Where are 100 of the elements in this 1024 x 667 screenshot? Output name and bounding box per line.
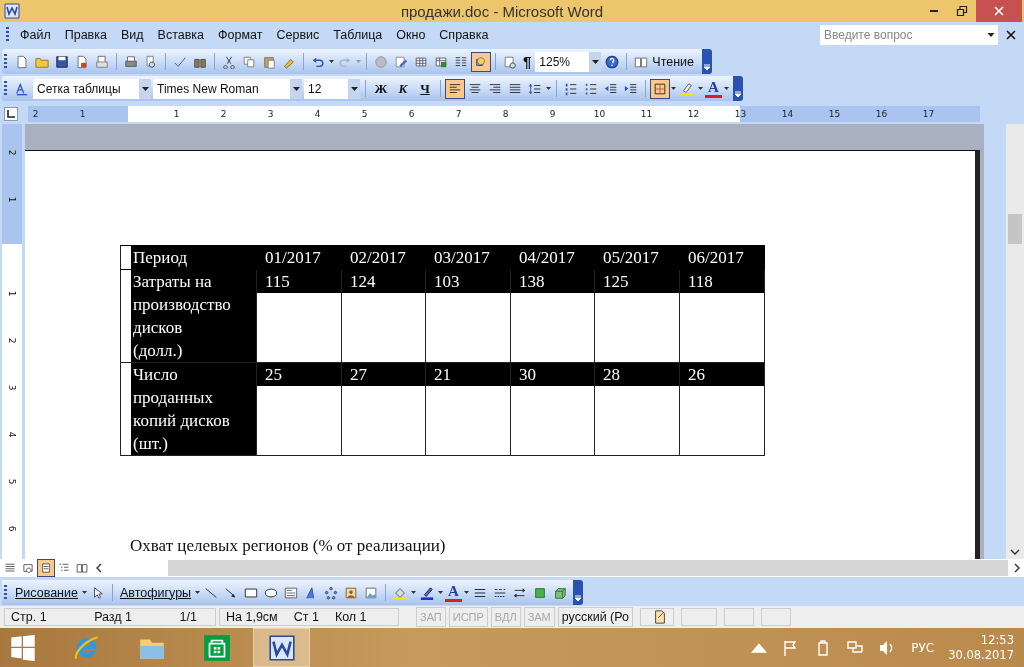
format-button[interactable]: Ж [371,78,391,99]
table-cell: Затраты на производство дисков (долл.) [131,270,256,362]
ruler-number: 5 [360,108,369,121]
network-icon[interactable] [847,639,864,656]
autoshapes-menu-button[interactable]: Автофигуры [117,582,194,603]
ruler-number: 14 [780,108,795,121]
caret-icon[interactable] [698,87,703,90]
pilcrow-button[interactable]: ¶ [521,51,534,72]
table-cell: 21 [426,363,510,386]
close-icon [993,5,1005,17]
font-combo[interactable]: Times New Roman [153,78,302,99]
horizontal-ruler[interactable]: 2 1 1 2 3 4 5 6 7 8 9 10 11 12 13 14 15 16 17 [28,106,980,122]
window-title: продажи.doc - Microsoft Word [399,2,605,20]
table-cell: 118 [680,270,764,293]
caret-icon[interactable] [141,86,149,91]
table-cell: 30 [511,363,594,386]
caret-icon[interactable] [411,591,417,594]
drawing-menu-button[interactable]: Рисование [13,582,80,603]
format-button[interactable]: К [393,78,413,99]
menu-item[interactable]: Файл [13,28,58,42]
table-cell: 125 [595,270,679,293]
ruler-number: 16 [874,108,889,121]
minimize-icon [930,10,938,12]
ruler-number: 17 [921,108,936,121]
language-indicator[interactable]: русский (Ро [557,607,633,627]
table-cell: 115 [257,270,341,293]
ruler-number: 2 [219,108,228,121]
caret-icon[interactable] [546,87,551,90]
toolbar-options-button[interactable] [572,580,583,605]
font-size-combo[interactable]: 12 [304,78,360,99]
caret-icon [734,91,741,97]
caret-icon[interactable] [591,59,599,64]
layout-view-icon[interactable] [38,560,54,576]
menu-item[interactable]: Сервис [269,28,327,42]
menu-item[interactable]: Окно [389,28,433,42]
restore-icon [956,5,968,17]
menu-item[interactable]: Таблица [326,28,390,42]
caret-icon[interactable] [195,591,201,594]
ruler-number: 11 [639,108,654,121]
horizontal-scrollbar[interactable] [168,560,1008,576]
scrollbar-thumb[interactable] [1008,214,1022,244]
ruler-number: 2 [6,149,19,156]
borders-icon[interactable] [651,79,669,98]
caret-icon[interactable] [438,591,444,594]
caret-icon [574,595,581,601]
toolbar-options-button[interactable] [732,76,743,101]
caret-icon[interactable] [463,591,469,594]
caret-icon[interactable] [723,87,729,90]
status-text: На 1,9см [226,610,278,624]
font-color-button[interactable]: A [705,79,722,98]
ruler-number: 13 [733,108,748,121]
shapes-icon[interactable] [472,52,490,71]
align-left-icon[interactable] [446,79,464,98]
ruler-number: 1 [6,196,19,203]
format-button[interactable]: Ч [415,78,435,99]
table-cell: Число проданных копий дисков (шт.) [131,363,256,455]
shopping-bag-icon [201,632,232,663]
toolbar-options-button[interactable] [702,49,713,74]
style-combo[interactable]: Сетка таблицы [33,78,151,99]
close-icon[interactable] [1006,30,1016,40]
ruler-number: 1 [172,108,181,121]
ruler-number: 2 [6,337,19,344]
ruler-number: 15 [827,108,842,121]
ruler-number: 3 [6,384,19,391]
tab-selector-button[interactable] [4,107,18,121]
table-cell: 28 [595,363,679,386]
ruler-number: 4 [6,431,19,438]
vertical-scrollbar[interactable] [1006,124,1024,559]
caret-icon[interactable] [350,86,358,91]
status-text: 1/1 [179,610,197,624]
ruler-number: 9 [548,108,557,121]
document-icon [266,632,297,663]
ruler-number: 4 [313,108,322,121]
taskbar-button[interactable] [253,628,310,667]
status-panel [724,608,754,626]
ruler-number: 3 [266,108,275,121]
menu-item[interactable]: Справка [432,28,496,42]
table-cell: 26 [680,363,764,386]
zoom-combo[interactable]: 125% [535,51,602,72]
caret-icon[interactable] [292,86,300,91]
table-cell: 27 [342,363,425,386]
ruler-number: 1 [6,290,19,297]
help-search-field[interactable]: Введите вопрос [820,25,984,45]
caret-icon [704,64,711,70]
windows-logo-icon[interactable] [10,634,36,661]
menu-item[interactable]: Вставка [150,28,212,42]
caret-icon[interactable] [984,25,998,45]
menu-item[interactable]: Вид [113,28,151,42]
caret-icon[interactable] [329,60,334,63]
menu-item[interactable]: Формат [211,28,270,42]
menu-item[interactable]: Правка [57,28,114,42]
font-color-button[interactable]: A [445,583,462,602]
ruler-number: 5 [6,478,19,485]
table-cell: 25 [257,363,341,386]
status-panel [761,608,791,626]
caret-icon[interactable] [81,591,87,594]
caret-icon[interactable] [671,87,676,90]
status-text: Разд 1 [94,610,133,624]
ruler-number: 1 [78,108,87,121]
reading-button[interactable]: Чтение [652,51,699,72]
